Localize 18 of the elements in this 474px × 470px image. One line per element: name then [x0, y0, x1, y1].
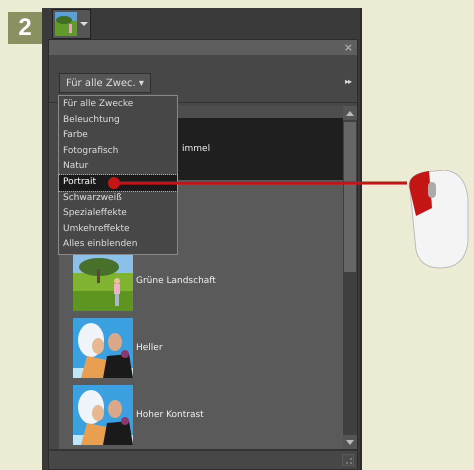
- menu-item[interactable]: Fotografisch: [59, 144, 177, 160]
- menu-item[interactable]: Farbe: [59, 128, 177, 144]
- panel-menu-button[interactable]: ▸▸: [344, 77, 351, 86]
- effect-item[interactable]: Hoher Kontrast: [59, 381, 343, 448]
- menu-item[interactable]: Umkehreffekte: [59, 222, 177, 238]
- menu-item[interactable]: Schwarzweiß: [59, 190, 177, 206]
- menu-item[interactable]: Natur: [59, 159, 177, 175]
- menu-item[interactable]: Für alle Zwecke: [59, 97, 177, 113]
- caret-icon: [80, 20, 88, 26]
- step-badge: 2: [8, 12, 42, 44]
- category-dropdown[interactable]: Für alle Zwec. ▾: [59, 73, 151, 93]
- menu-item[interactable]: Spezialeffekte: [59, 206, 177, 222]
- thumbnail-button[interactable]: [52, 8, 91, 38]
- resize-grip-icon[interactable]: [342, 454, 354, 466]
- up-arrow-icon[interactable]: [346, 110, 354, 116]
- down-arrow-icon[interactable]: [346, 440, 354, 444]
- scrollbar[interactable]: [343, 106, 357, 449]
- effect-item[interactable]: Heller: [59, 314, 343, 381]
